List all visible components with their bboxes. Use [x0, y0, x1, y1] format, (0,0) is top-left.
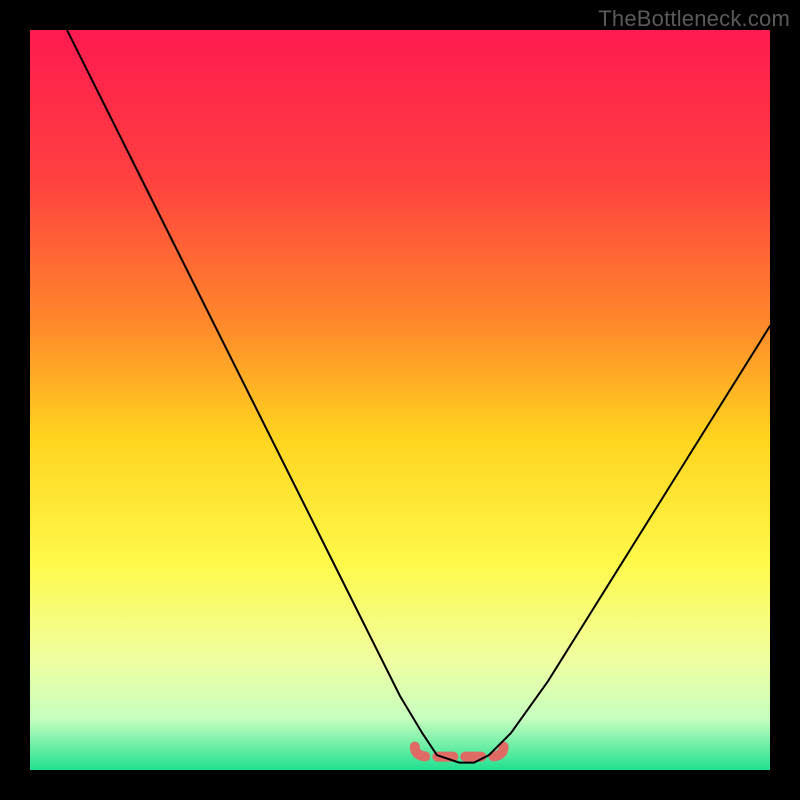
gradient-background	[30, 30, 770, 770]
watermark-text: TheBottleneck.com	[598, 6, 790, 32]
chart-frame: TheBottleneck.com	[0, 0, 800, 800]
plot-area	[30, 30, 770, 770]
plot-svg	[30, 30, 770, 770]
